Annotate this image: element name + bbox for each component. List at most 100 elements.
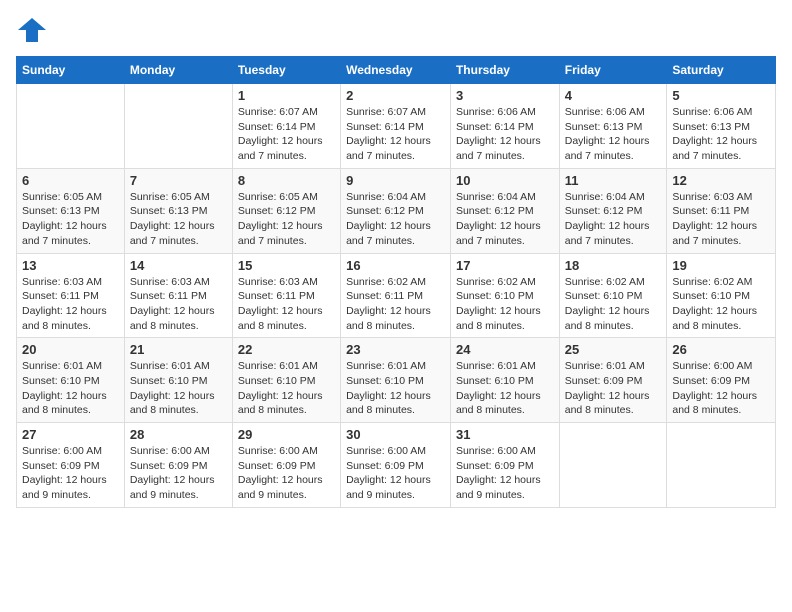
calendar-header: SundayMondayTuesdayWednesdayThursdayFrid… bbox=[17, 57, 776, 84]
day-info: Sunrise: 6:00 AM Sunset: 6:09 PM Dayligh… bbox=[346, 444, 445, 503]
day-number: 5 bbox=[672, 88, 770, 103]
day-number: 7 bbox=[130, 173, 227, 188]
day-number: 14 bbox=[130, 258, 227, 273]
calendar-cell: 20Sunrise: 6:01 AM Sunset: 6:10 PM Dayli… bbox=[17, 338, 125, 423]
calendar-cell: 22 Sunrise: 6:01 AM Sunset: 6:10 PM Dayli… bbox=[232, 338, 340, 423]
calendar-week-row: 1Sunrise: 6:07 AM Sunset: 6:14 PM Daylig… bbox=[17, 84, 776, 169]
calendar-cell: 14 Sunrise: 6:03 AM Sunset: 6:11 PM Dayli… bbox=[124, 253, 232, 338]
day-of-week-header: Wednesday bbox=[341, 57, 451, 84]
day-info: Sunrise: 6:02 AM Sunset: 6:10 PM Dayligh… bbox=[456, 275, 554, 334]
day-number: 8 bbox=[238, 173, 335, 188]
day-of-week-header: Thursday bbox=[450, 57, 559, 84]
calendar-cell: 2 Sunrise: 6:07 AM Sunset: 6:14 PM Daylig… bbox=[341, 84, 451, 169]
day-number: 15 bbox=[238, 258, 335, 273]
day-number: 22 bbox=[238, 342, 335, 357]
page-header bbox=[16, 16, 776, 44]
day-info: Sunrise: 6:06 AM Sunset: 6:13 PM Dayligh… bbox=[672, 105, 770, 164]
calendar-cell: 17Sunrise: 6:02 AM Sunset: 6:10 PM Dayli… bbox=[450, 253, 559, 338]
day-info: Sunrise: 6:00 AM Sunset: 6:09 PM Dayligh… bbox=[672, 359, 770, 418]
day-number: 29 bbox=[238, 427, 335, 442]
day-info: Sunrise: 6:00 AM Sunset: 6:09 PM Dayligh… bbox=[130, 444, 227, 503]
calendar-cell: 10Sunrise: 6:04 AM Sunset: 6:12 PM Dayli… bbox=[450, 168, 559, 253]
calendar-cell: 5 Sunrise: 6:06 AM Sunset: 6:13 PM Daylig… bbox=[667, 84, 776, 169]
day-number: 16 bbox=[346, 258, 445, 273]
day-info: Sunrise: 6:05 AM Sunset: 6:13 PM Dayligh… bbox=[22, 190, 119, 249]
day-number: 28 bbox=[130, 427, 227, 442]
day-info: Sunrise: 6:03 AM Sunset: 6:11 PM Dayligh… bbox=[238, 275, 335, 334]
day-info: Sunrise: 6:01 AM Sunset: 6:09 PM Dayligh… bbox=[565, 359, 662, 418]
day-of-week-header: Sunday bbox=[17, 57, 125, 84]
calendar-cell bbox=[559, 423, 667, 508]
day-of-week-header: Tuesday bbox=[232, 57, 340, 84]
day-number: 11 bbox=[565, 173, 662, 188]
day-info: Sunrise: 6:03 AM Sunset: 6:11 PM Dayligh… bbox=[22, 275, 119, 334]
calendar-cell: 1Sunrise: 6:07 AM Sunset: 6:14 PM Daylig… bbox=[232, 84, 340, 169]
day-info: Sunrise: 6:02 AM Sunset: 6:10 PM Dayligh… bbox=[565, 275, 662, 334]
day-number: 10 bbox=[456, 173, 554, 188]
calendar-cell: 11 Sunrise: 6:04 AM Sunset: 6:12 PM Dayli… bbox=[559, 168, 667, 253]
day-info: Sunrise: 6:06 AM Sunset: 6:13 PM Dayligh… bbox=[565, 105, 662, 164]
calendar-week-row: 13 Sunrise: 6:03 AM Sunset: 6:11 PM Dayli… bbox=[17, 253, 776, 338]
day-number: 21 bbox=[130, 342, 227, 357]
day-info: Sunrise: 6:07 AM Sunset: 6:14 PM Dayligh… bbox=[346, 105, 445, 164]
calendar: SundayMondayTuesdayWednesdayThursdayFrid… bbox=[16, 56, 776, 508]
day-info: Sunrise: 6:05 AM Sunset: 6:12 PM Dayligh… bbox=[238, 190, 335, 249]
day-info: Sunrise: 6:04 AM Sunset: 6:12 PM Dayligh… bbox=[565, 190, 662, 249]
day-info: Sunrise: 6:02 AM Sunset: 6:11 PM Dayligh… bbox=[346, 275, 445, 334]
calendar-cell: 28 Sunrise: 6:00 AM Sunset: 6:09 PM Dayli… bbox=[124, 423, 232, 508]
day-number: 26 bbox=[672, 342, 770, 357]
day-info: Sunrise: 6:03 AM Sunset: 6:11 PM Dayligh… bbox=[672, 190, 770, 249]
day-number: 3 bbox=[456, 88, 554, 103]
calendar-cell: 3 Sunrise: 6:06 AM Sunset: 6:14 PM Daylig… bbox=[450, 84, 559, 169]
calendar-cell: 30Sunrise: 6:00 AM Sunset: 6:09 PM Dayli… bbox=[341, 423, 451, 508]
calendar-cell: 19Sunrise: 6:02 AM Sunset: 6:10 PM Dayli… bbox=[667, 253, 776, 338]
calendar-cell: 18 Sunrise: 6:02 AM Sunset: 6:10 PM Dayli… bbox=[559, 253, 667, 338]
calendar-cell: 12Sunrise: 6:03 AM Sunset: 6:11 PM Dayli… bbox=[667, 168, 776, 253]
day-info: Sunrise: 6:03 AM Sunset: 6:11 PM Dayligh… bbox=[130, 275, 227, 334]
day-info: Sunrise: 6:01 AM Sunset: 6:10 PM Dayligh… bbox=[130, 359, 227, 418]
calendar-cell: 24Sunrise: 6:01 AM Sunset: 6:10 PM Dayli… bbox=[450, 338, 559, 423]
calendar-cell bbox=[124, 84, 232, 169]
day-number: 27 bbox=[22, 427, 119, 442]
day-info: Sunrise: 6:01 AM Sunset: 6:10 PM Dayligh… bbox=[238, 359, 335, 418]
calendar-cell: 4Sunrise: 6:06 AM Sunset: 6:13 PM Daylig… bbox=[559, 84, 667, 169]
calendar-cell: 16 Sunrise: 6:02 AM Sunset: 6:11 PM Dayli… bbox=[341, 253, 451, 338]
day-info: Sunrise: 6:01 AM Sunset: 6:10 PM Dayligh… bbox=[346, 359, 445, 418]
calendar-cell: 26 Sunrise: 6:00 AM Sunset: 6:09 PM Dayli… bbox=[667, 338, 776, 423]
calendar-week-row: 20 Sunrise: 6:01 AM Sunset: 6:10 PM Dayli… bbox=[17, 338, 776, 423]
calendar-cell: 25 Sunrise: 6:01 AM Sunset: 6:09 PM Dayli… bbox=[559, 338, 667, 423]
day-number: 31 bbox=[456, 427, 554, 442]
day-number: 6 bbox=[22, 173, 119, 188]
day-number: 9 bbox=[346, 173, 445, 188]
calendar-cell: 27 Sunrise: 6:00 AM Sunset: 6:09 PM Dayli… bbox=[17, 423, 125, 508]
day-info: Sunrise: 6:01 AM Sunset: 6:10 PM Dayligh… bbox=[456, 359, 554, 418]
calendar-week-row: 6 Sunrise: 6:05 AM Sunset: 6:13 PM Daylig… bbox=[17, 168, 776, 253]
day-info: Sunrise: 6:00 AM Sunset: 6:09 PM Dayligh… bbox=[22, 444, 119, 503]
day-info: Sunrise: 6:00 AM Sunset: 6:09 PM Dayligh… bbox=[238, 444, 335, 503]
calendar-cell bbox=[667, 423, 776, 508]
calendar-cell: 7 Sunrise: 6:05 AM Sunset: 6:13 PM Daylig… bbox=[124, 168, 232, 253]
day-number: 25 bbox=[565, 342, 662, 357]
day-number: 13 bbox=[22, 258, 119, 273]
day-info: Sunrise: 6:06 AM Sunset: 6:14 PM Dayligh… bbox=[456, 105, 554, 164]
day-header-row: SundayMondayTuesdayWednesdayThursdayFrid… bbox=[17, 57, 776, 84]
day-number: 18 bbox=[565, 258, 662, 273]
day-info: Sunrise: 6:07 AM Sunset: 6:14 PM Dayligh… bbox=[238, 105, 335, 164]
calendar-body: 1Sunrise: 6:07 AM Sunset: 6:14 PM Daylig… bbox=[17, 84, 776, 508]
logo bbox=[16, 16, 52, 44]
day-number: 23 bbox=[346, 342, 445, 357]
day-info: Sunrise: 6:00 AM Sunset: 6:09 PM Dayligh… bbox=[456, 444, 554, 503]
calendar-cell: 31 Sunrise: 6:00 AM Sunset: 6:09 PM Dayli… bbox=[450, 423, 559, 508]
calendar-cell: 9Sunrise: 6:04 AM Sunset: 6:12 PM Daylig… bbox=[341, 168, 451, 253]
day-info: Sunrise: 6:02 AM Sunset: 6:10 PM Dayligh… bbox=[672, 275, 770, 334]
day-number: 20 bbox=[22, 342, 119, 357]
day-info: Sunrise: 6:05 AM Sunset: 6:13 PM Dayligh… bbox=[130, 190, 227, 249]
day-of-week-header: Saturday bbox=[667, 57, 776, 84]
day-of-week-header: Friday bbox=[559, 57, 667, 84]
calendar-cell: 23 Sunrise: 6:01 AM Sunset: 6:10 PM Dayli… bbox=[341, 338, 451, 423]
calendar-cell bbox=[17, 84, 125, 169]
logo-icon bbox=[16, 16, 48, 44]
day-number: 2 bbox=[346, 88, 445, 103]
calendar-cell: 21 Sunrise: 6:01 AM Sunset: 6:10 PM Dayli… bbox=[124, 338, 232, 423]
calendar-cell: 6 Sunrise: 6:05 AM Sunset: 6:13 PM Daylig… bbox=[17, 168, 125, 253]
